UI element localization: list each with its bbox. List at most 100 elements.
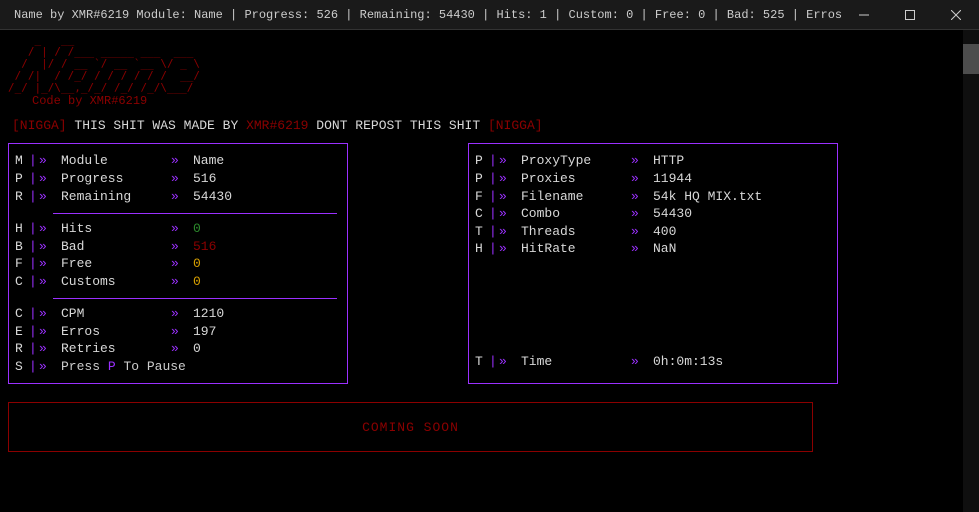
stat-key: M (15, 152, 29, 170)
separator: | (489, 240, 499, 258)
titlebar-left: Name by XMR#6219 Module: Name | Progress… (8, 7, 841, 23)
arrow-icon: » (499, 223, 521, 241)
arrow-icon: » (39, 170, 61, 188)
arrow-icon: » (499, 152, 521, 170)
stat-row: P|»ProxyType»HTTP (475, 152, 827, 170)
stat-row: H|»Hits»0 (15, 220, 337, 238)
stat-label: Module (61, 152, 171, 170)
stat-row: C|»Combo»54430 (475, 205, 827, 223)
window-title: Name by XMR#6219 Module: Name | Progress… (14, 8, 841, 22)
stats-panel-right: P|»ProxyType»HTTPP|»Proxies»11944F|»File… (468, 143, 838, 384)
stat-row: F|»Free»0 (15, 255, 337, 273)
stat-row: E|»Erros»197 (15, 323, 337, 341)
stat-row: P|»Progress»516 (15, 170, 337, 188)
arrow-icon: » (171, 273, 193, 291)
stat-key: C (475, 205, 489, 223)
stat-row: R|»Retries»0 (15, 340, 337, 358)
separator: | (489, 188, 499, 206)
stat-label: Free (61, 255, 171, 273)
banner-author: XMR#6219 (246, 118, 308, 133)
banner-text2: DONT REPOST THIS SHIT (316, 118, 480, 133)
stat-key: R (15, 340, 29, 358)
separator: | (29, 340, 39, 358)
separator: | (29, 273, 39, 291)
stat-value: HTTP (653, 152, 684, 170)
separator: | (29, 220, 39, 238)
stat-row: H|»HitRate»NaN (475, 240, 827, 258)
stat-row: B|»Bad»516 (15, 238, 337, 256)
stat-key: F (475, 188, 489, 206)
stat-row: C|»CPM»1210 (15, 305, 337, 323)
arrow-icon: » (631, 240, 653, 258)
stat-label: Customs (61, 273, 171, 291)
window-controls (841, 0, 979, 29)
arrow-icon: » (631, 205, 653, 223)
stat-label: Retries (61, 340, 171, 358)
arrow-icon: » (39, 255, 61, 273)
stat-value: 0 (193, 220, 201, 238)
separator: | (29, 305, 39, 323)
stat-label: CPM (61, 305, 171, 323)
stat-label: Combo (521, 205, 631, 223)
divider (53, 298, 337, 299)
arrow-icon: » (171, 255, 193, 273)
divider (53, 213, 337, 214)
stat-value: 400 (653, 223, 676, 241)
separator: | (489, 170, 499, 188)
stat-key: H (475, 240, 489, 258)
banner-tag2: [NIGGA] (488, 118, 543, 133)
arrow-icon: » (171, 323, 193, 341)
stat-key: H (15, 220, 29, 238)
arrow-icon: » (499, 240, 521, 258)
stat-label: Threads (521, 223, 631, 241)
stat-label: Proxies (521, 170, 631, 188)
titlebar: Name by XMR#6219 Module: Name | Progress… (0, 0, 979, 30)
stat-value: 54430 (653, 205, 692, 223)
arrow-icon: » (631, 170, 653, 188)
stat-key: F (15, 255, 29, 273)
stat-label: Hits (61, 220, 171, 238)
banner-text: THIS SHIT WAS MADE BY (74, 118, 238, 133)
arrow-icon: » (39, 340, 61, 358)
credit-line: Code by XMR#6219 (32, 94, 971, 108)
arrow-icon: » (171, 238, 193, 256)
arrow-icon: » (171, 305, 193, 323)
minimize-button[interactable] (841, 0, 887, 29)
stat-key: C (15, 305, 29, 323)
stat-row: C|»Customs»0 (15, 273, 337, 291)
separator: | (29, 170, 39, 188)
banner: [NIGGA] THIS SHIT WAS MADE BY XMR#6219 D… (12, 118, 971, 133)
arrow-icon: » (499, 188, 521, 206)
stat-key: B (15, 238, 29, 256)
stat-value: 11944 (653, 170, 692, 188)
stat-label: Bad (61, 238, 171, 256)
stat-key: C (15, 273, 29, 291)
banner-tag: [NIGGA] (12, 118, 67, 133)
arrow-icon: » (39, 323, 61, 341)
stat-label: ProxyType (521, 152, 631, 170)
arrow-icon: » (631, 152, 653, 170)
stat-row: R|»Remaining»54430 (15, 188, 337, 206)
separator: | (489, 205, 499, 223)
pause-hint: S | » Press P To Pause (15, 358, 337, 376)
separator: | (489, 223, 499, 241)
arrow-icon: » (631, 188, 653, 206)
arrow-icon: » (631, 223, 653, 241)
maximize-button[interactable] (887, 0, 933, 29)
close-button[interactable] (933, 0, 979, 29)
separator: | (29, 238, 39, 256)
arrow-icon: » (39, 305, 61, 323)
stat-row: M|»Module»Name (15, 152, 337, 170)
arrow-icon: » (499, 205, 521, 223)
stat-key: P (475, 170, 489, 188)
arrow-icon: » (39, 220, 61, 238)
stat-value: NaN (653, 240, 676, 258)
stat-value: 516 (193, 238, 216, 256)
stat-row: T | » Time » 0h:0m:13s (475, 353, 827, 371)
arrow-icon: » (171, 220, 193, 238)
separator: | (489, 152, 499, 170)
stat-label: Progress (61, 170, 171, 188)
arrow-icon: » (171, 340, 193, 358)
stat-value: 197 (193, 323, 216, 341)
stat-label: HitRate (521, 240, 631, 258)
